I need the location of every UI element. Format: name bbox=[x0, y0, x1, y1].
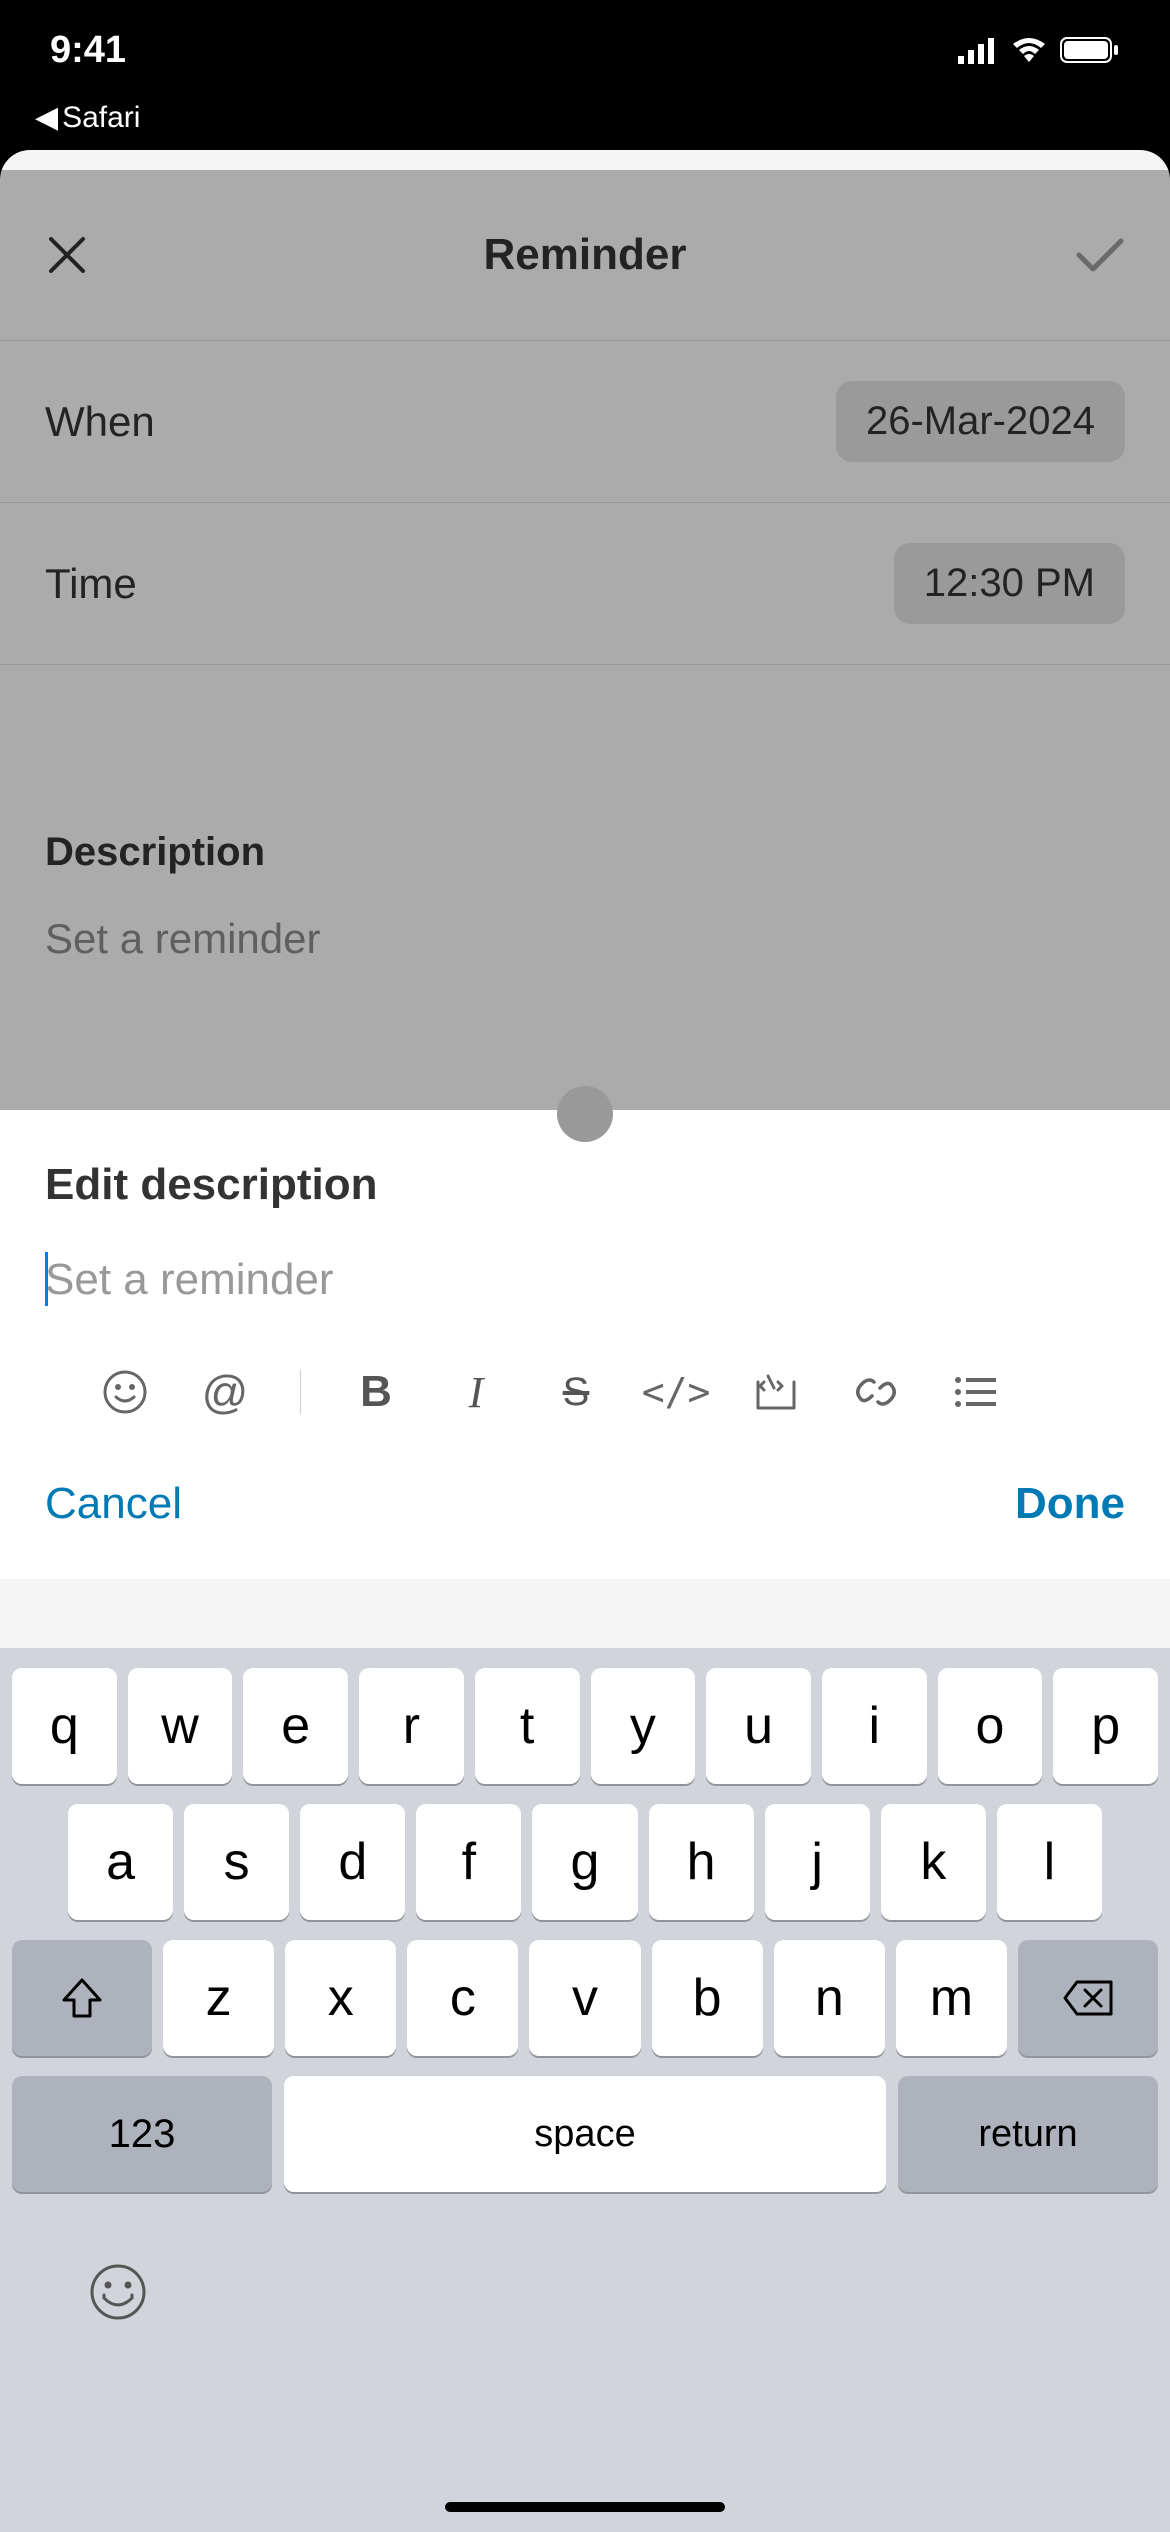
battery-icon bbox=[1060, 36, 1120, 64]
mention-button[interactable]: @ bbox=[200, 1365, 250, 1419]
italic-button[interactable]: I bbox=[451, 1367, 501, 1418]
key-g[interactable]: g bbox=[532, 1804, 637, 1920]
toolbar-divider bbox=[300, 1370, 301, 1414]
wifi-icon bbox=[1010, 36, 1048, 64]
bold-button[interactable]: B bbox=[351, 1367, 401, 1417]
action-row: Cancel Done bbox=[0, 1459, 1170, 1559]
key-q[interactable]: q bbox=[12, 1668, 117, 1784]
keyboard-emoji-button[interactable] bbox=[88, 2262, 148, 2322]
text-cursor bbox=[45, 1252, 48, 1306]
back-app-label: Safari bbox=[62, 101, 140, 135]
key-e[interactable]: e bbox=[243, 1668, 348, 1784]
link-icon bbox=[854, 1370, 898, 1414]
dim-overlay[interactable] bbox=[0, 170, 1170, 1180]
edit-description-sheet: Edit description Set a reminder @ B I S … bbox=[0, 1110, 1170, 1579]
key-c[interactable]: c bbox=[407, 1940, 518, 2056]
key-z[interactable]: z bbox=[163, 1940, 274, 2056]
emoji-button[interactable] bbox=[100, 1370, 150, 1414]
key-row-1: q w e r t y u i o p bbox=[8, 1668, 1162, 1784]
key-i[interactable]: i bbox=[822, 1668, 927, 1784]
key-return[interactable]: return bbox=[898, 2076, 1158, 2192]
back-chevron-icon: ◀ bbox=[35, 100, 58, 135]
backspace-icon bbox=[1061, 1978, 1115, 2018]
at-icon: @ bbox=[202, 1365, 249, 1419]
grab-handle[interactable] bbox=[557, 1086, 613, 1142]
key-m[interactable]: m bbox=[896, 1940, 1007, 2056]
key-r[interactable]: r bbox=[359, 1668, 464, 1784]
key-a[interactable]: a bbox=[68, 1804, 173, 1920]
key-x[interactable]: x bbox=[285, 1940, 396, 2056]
keyboard: q w e r t y u i o p a s d f g h j k l z … bbox=[0, 1648, 1170, 2532]
key-v[interactable]: v bbox=[529, 1940, 640, 2056]
key-space[interactable]: space bbox=[284, 2076, 886, 2192]
key-w[interactable]: w bbox=[128, 1668, 233, 1784]
key-numbers[interactable]: 123 bbox=[12, 2076, 272, 2192]
key-f[interactable]: f bbox=[416, 1804, 521, 1920]
emoji-keyboard-icon bbox=[88, 2262, 148, 2322]
code-block-icon bbox=[754, 1372, 798, 1412]
key-y[interactable]: y bbox=[591, 1668, 696, 1784]
code-icon: </> bbox=[642, 1370, 711, 1414]
status-time: 9:41 bbox=[50, 29, 126, 72]
description-input[interactable]: Set a reminder bbox=[0, 1240, 1170, 1345]
key-n[interactable]: n bbox=[774, 1940, 885, 2056]
code-block-button[interactable] bbox=[751, 1372, 801, 1412]
key-backspace[interactable] bbox=[1018, 1940, 1158, 2056]
input-placeholder: Set a reminder bbox=[45, 1255, 1125, 1305]
key-d[interactable]: d bbox=[300, 1804, 405, 1920]
list-icon bbox=[954, 1374, 998, 1410]
key-h[interactable]: h bbox=[649, 1804, 754, 1920]
strikethrough-button[interactable]: S bbox=[551, 1370, 601, 1415]
key-shift[interactable] bbox=[12, 1940, 152, 2056]
inline-code-button[interactable]: </> bbox=[651, 1370, 701, 1414]
key-o[interactable]: o bbox=[938, 1668, 1043, 1784]
done-button[interactable]: Done bbox=[1015, 1479, 1125, 1529]
emoji-icon bbox=[103, 1370, 147, 1414]
keyboard-bottom bbox=[8, 2212, 1162, 2322]
key-row-3: z x c v b n m bbox=[8, 1940, 1162, 2056]
link-button[interactable] bbox=[851, 1370, 901, 1414]
cancel-button[interactable]: Cancel bbox=[45, 1479, 182, 1529]
status-icons bbox=[958, 36, 1120, 64]
key-row-2: a s d f g h j k l bbox=[8, 1804, 1162, 1920]
key-p[interactable]: p bbox=[1053, 1668, 1158, 1784]
key-row-4: 123 space return bbox=[8, 2076, 1162, 2192]
key-k[interactable]: k bbox=[881, 1804, 986, 1920]
signal-icon bbox=[958, 36, 998, 64]
list-button[interactable] bbox=[951, 1374, 1001, 1410]
key-b[interactable]: b bbox=[652, 1940, 763, 2056]
back-to-safari[interactable]: ◀ Safari bbox=[35, 100, 140, 135]
status-bar: 9:41 bbox=[0, 0, 1170, 100]
key-l[interactable]: l bbox=[997, 1804, 1102, 1920]
formatting-toolbar: @ B I S </> bbox=[0, 1345, 1170, 1459]
key-u[interactable]: u bbox=[706, 1668, 811, 1784]
key-t[interactable]: t bbox=[475, 1668, 580, 1784]
shift-icon bbox=[60, 1976, 104, 2020]
key-j[interactable]: j bbox=[765, 1804, 870, 1920]
key-s[interactable]: s bbox=[184, 1804, 289, 1920]
home-indicator[interactable] bbox=[445, 2502, 725, 2512]
